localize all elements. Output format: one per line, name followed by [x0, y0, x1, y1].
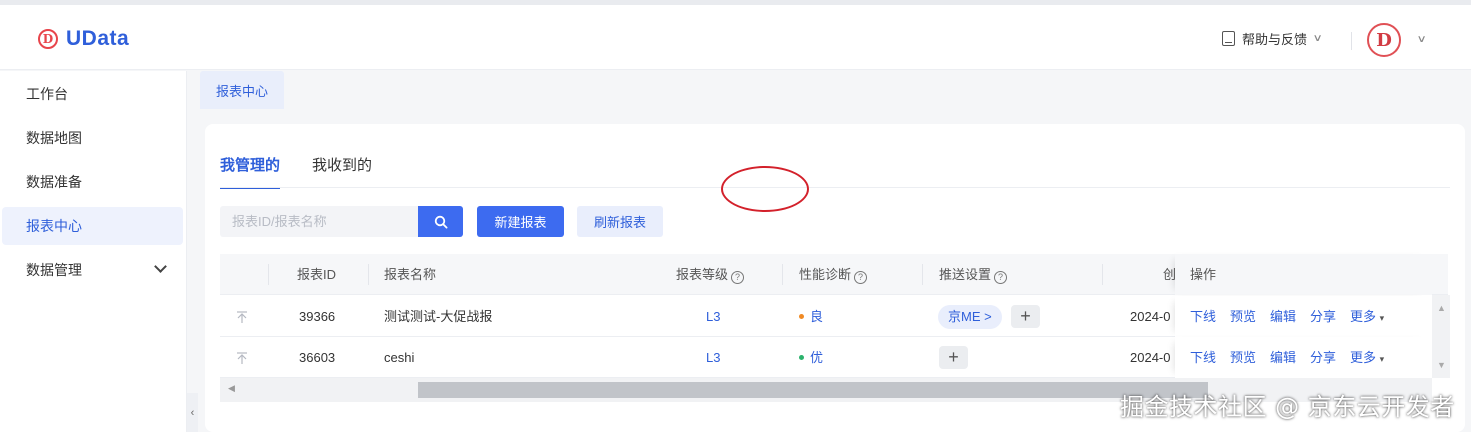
manual-icon: [1222, 31, 1235, 46]
help-label: 帮助与反馈: [1242, 32, 1308, 47]
user-avatar[interactable]: D: [1367, 23, 1401, 57]
chevron-down-icon: [154, 260, 167, 273]
header-separator: [782, 264, 783, 285]
cell-level: L3: [706, 309, 721, 324]
push-tag-jingme[interactable]: 京ME >: [938, 305, 1002, 329]
scroll-down-icon[interactable]: ▼: [1437, 360, 1446, 370]
app-logo[interactable]: D UData: [38, 27, 129, 51]
logo-text: UData: [66, 27, 130, 50]
col-header-level-text: 报表等级: [676, 267, 729, 282]
chevron-down-icon: ▾: [1379, 313, 1385, 323]
ops-header-cell: 操作: [1175, 254, 1432, 295]
chevron-down-icon: ∨: [1312, 33, 1323, 44]
search-icon: [434, 215, 448, 229]
table-row: 36603 ceshi L3 优 + 2024-0 下线 预览 编辑 分享 更多…: [220, 337, 1432, 378]
sidebar-item-workbench[interactable]: 工作台: [2, 75, 183, 113]
cell-name[interactable]: ceshi: [384, 337, 414, 378]
tab-managed-by-me[interactable]: 我管理的: [220, 154, 281, 189]
main-card: 我管理的 我收到的 新建报表 刷新报表 报表ID 报表名称 报表等级? 性能诊断…: [205, 124, 1465, 432]
search-input[interactable]: [220, 206, 418, 237]
tab-received[interactable]: 我收到的: [312, 154, 372, 189]
subtab-bar: 我管理的 我收到的: [220, 154, 372, 189]
sidebar-item-label: 数据地图: [26, 130, 82, 146]
diagnosis-text: 良: [810, 309, 824, 324]
edit-link[interactable]: 编辑: [1270, 296, 1296, 337]
diagnosis-text: 优: [810, 350, 824, 365]
watermark: 掘金技术社区 @ 京东云开发者: [1120, 393, 1455, 421]
sidebar-item-label: 数据管理: [26, 262, 82, 278]
cell-created: 2024-0: [1130, 350, 1171, 365]
refresh-report-button[interactable]: 刷新报表: [577, 206, 663, 237]
logo-mark-icon: D: [38, 29, 58, 49]
cell-name[interactable]: 测试测试-大促战报: [384, 296, 492, 337]
header-separator: [368, 264, 369, 285]
more-link[interactable]: 更多 ▾: [1350, 296, 1384, 339]
row-ops: 下线 预览 编辑 分享 更多 ▾: [1175, 296, 1432, 337]
col-header-diagnosis: 性能诊断?: [799, 254, 868, 295]
sidebar-item-data-map[interactable]: 数据地图: [2, 119, 183, 157]
col-header-push: 推送设置?: [939, 254, 1008, 295]
sidebar: 工作台 数据地图 数据准备 报表中心 数据管理: [0, 71, 187, 432]
report-table: 报表ID 报表名称 报表等级? 性能诊断? 推送设置? 创 操作 39366 测…: [220, 254, 1450, 402]
cell-diagnosis: 良: [799, 296, 823, 337]
new-report-button[interactable]: 新建报表: [477, 206, 564, 237]
page-tab-bar: 报表中心: [188, 71, 1471, 109]
sidebar-item-label: 报表中心: [26, 218, 82, 234]
vertical-scrollbar[interactable]: ▲ ▼: [1432, 295, 1450, 378]
tab-report-center[interactable]: 报表中心: [200, 71, 285, 109]
preview-link[interactable]: 预览: [1230, 296, 1256, 337]
help-icon[interactable]: ?: [731, 271, 745, 284]
cell-id: 39366: [299, 309, 336, 324]
row-ops: 下线 预览 编辑 分享 更多 ▾: [1175, 337, 1432, 378]
pin-to-top-icon[interactable]: [236, 296, 248, 337]
cell-level: L3: [706, 350, 721, 365]
help-feedback-menu[interactable]: 帮助与反馈 ∨: [1222, 29, 1323, 48]
scrollbar-thumb[interactable]: [418, 382, 1208, 398]
share-link[interactable]: 分享: [1310, 296, 1336, 337]
more-link[interactable]: 更多 ▾: [1350, 337, 1384, 380]
offline-link[interactable]: 下线: [1190, 296, 1216, 337]
table-row: 39366 测试测试-大促战报 L3 良 京ME > + 2024-0 下线 预…: [220, 296, 1432, 337]
add-push-button[interactable]: +: [939, 346, 968, 369]
pin-to-top-icon[interactable]: [236, 337, 248, 378]
subtab-divider: [220, 187, 1450, 188]
cell-created: 2024-0: [1130, 309, 1171, 324]
more-label: 更多: [1350, 309, 1377, 324]
edit-link[interactable]: 编辑: [1270, 337, 1296, 378]
status-dot: [799, 355, 804, 360]
status-dot: [799, 314, 804, 319]
share-link[interactable]: 分享: [1310, 337, 1336, 378]
top-header: D UData 帮助与反馈 ∨ D ∨: [0, 5, 1471, 70]
cell-id: 36603: [299, 350, 336, 365]
col-header-id: 报表ID: [297, 267, 337, 282]
more-label: 更多: [1350, 350, 1377, 365]
header-divider: [1351, 32, 1352, 50]
search-button[interactable]: [418, 206, 463, 237]
col-header-level: 报表等级?: [676, 254, 745, 295]
sidebar-item-label: 数据准备: [26, 174, 82, 190]
help-icon[interactable]: ?: [994, 271, 1008, 284]
preview-link[interactable]: 预览: [1230, 337, 1256, 378]
scroll-up-icon[interactable]: ▲: [1437, 303, 1446, 313]
cell-diagnosis: 优: [799, 337, 823, 378]
table-header: 报表ID 报表名称 报表等级? 性能诊断? 推送设置? 创 操作: [220, 254, 1448, 295]
col-header-push-text: 推送设置: [939, 267, 992, 282]
col-header-ops: 操作: [1190, 267, 1217, 282]
sidebar-item-label: 工作台: [26, 86, 68, 102]
col-header-diagnosis-text: 性能诊断: [799, 267, 852, 282]
sidebar-item-data-management[interactable]: 数据管理: [2, 251, 183, 289]
sidebar-item-data-prep[interactable]: 数据准备: [2, 163, 183, 201]
help-icon[interactable]: ?: [854, 271, 868, 284]
offline-link[interactable]: 下线: [1190, 337, 1216, 378]
scroll-left-icon[interactable]: ◀: [228, 383, 235, 394]
header-separator: [268, 264, 269, 285]
header-separator: [922, 264, 923, 285]
sidebar-collapse-handle[interactable]: ‹: [187, 393, 198, 432]
col-header-name: 报表名称: [384, 267, 437, 282]
add-push-button[interactable]: +: [1011, 305, 1040, 328]
header-separator: [1102, 264, 1103, 285]
chevron-down-icon: ▾: [1379, 354, 1385, 364]
sidebar-item-report-center[interactable]: 报表中心: [2, 207, 183, 245]
chevron-down-icon[interactable]: ∨: [1417, 34, 1427, 45]
